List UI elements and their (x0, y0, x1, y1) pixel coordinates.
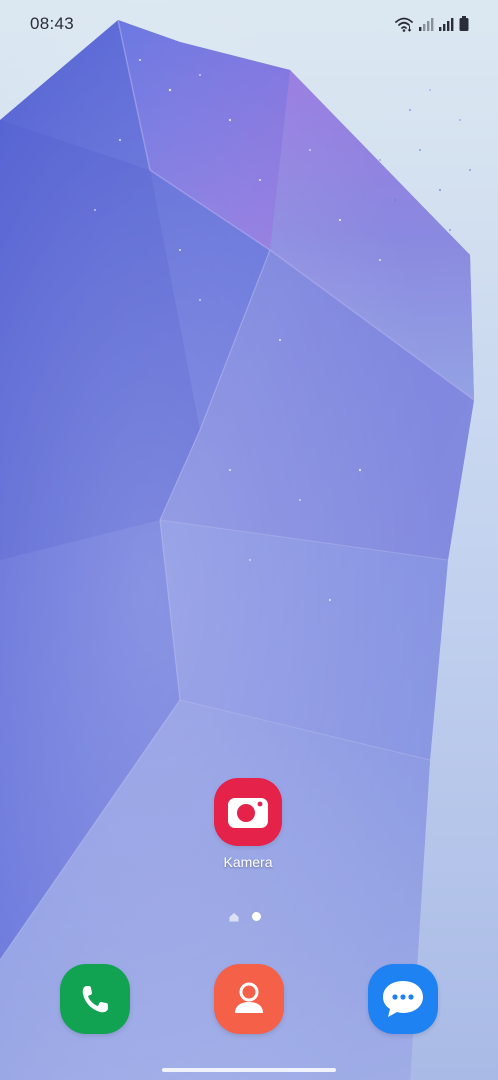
messages-app[interactable] (368, 964, 438, 1034)
signal-icon (418, 14, 434, 34)
contacts-app[interactable] (214, 964, 284, 1034)
navigation-gesture-handle[interactable] (162, 1068, 336, 1072)
camera-app-label: Kamera (223, 854, 273, 870)
camera-app[interactable]: Kamera (208, 778, 288, 870)
status-time: 08:43 (30, 14, 75, 33)
camera-icon (228, 798, 268, 828)
phone-icon (82, 986, 108, 1013)
page-dot-active[interactable] (252, 911, 261, 921)
status-icons (394, 14, 470, 34)
battery-icon (458, 14, 470, 34)
dock (0, 964, 498, 1036)
wifi-icon (394, 14, 414, 34)
home-page-indicator-icon[interactable] (228, 910, 240, 922)
phone-app[interactable] (60, 964, 130, 1034)
messages-icon (383, 981, 423, 1017)
home-screen: 08:43 Kamera (0, 0, 498, 1080)
contacts-icon (235, 982, 263, 1013)
page-indicator[interactable] (228, 908, 272, 924)
status-bar: 08:43 (0, 0, 498, 48)
signal-icon (438, 14, 454, 34)
camera-app-tile[interactable] (214, 778, 282, 846)
